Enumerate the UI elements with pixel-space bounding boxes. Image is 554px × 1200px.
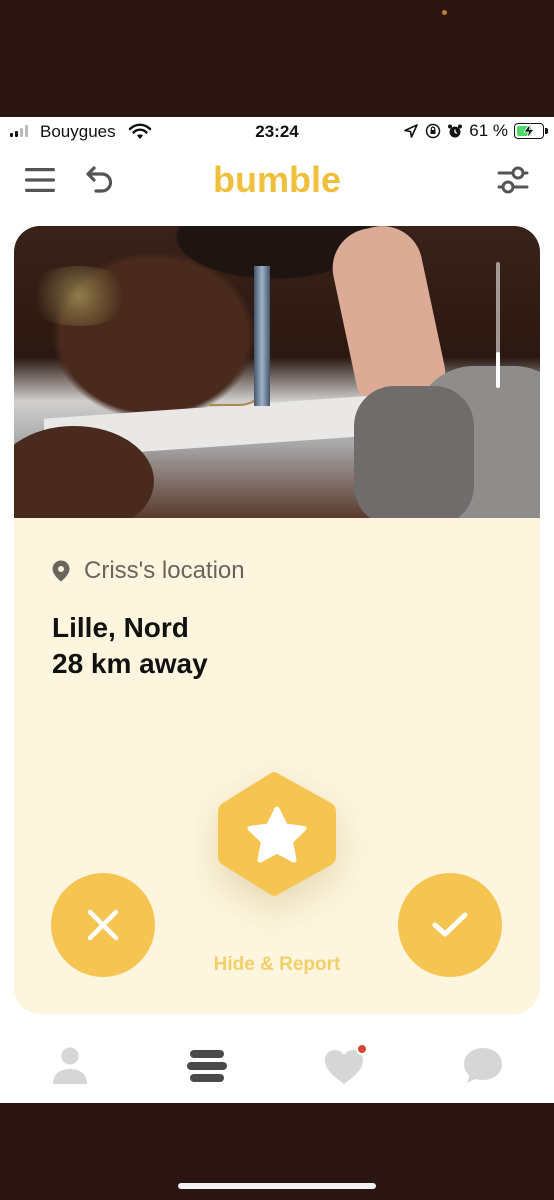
like-check-icon [432, 912, 468, 937]
battery-charging-icon [514, 123, 548, 139]
location-city: Lille, Nord [52, 612, 189, 643]
hide-report-link[interactable]: Hide & Report [14, 954, 540, 976]
location-header: Criss's location [50, 557, 245, 585]
top-letterbox [0, 0, 554, 117]
profile-card[interactable]: Criss's location Lille, Nord 28 km away … [14, 226, 540, 1014]
photo-shape [354, 386, 474, 518]
chat-icon[interactable] [461, 1044, 505, 1088]
location-arrow-icon [404, 124, 419, 138]
card-scrollbar-thumb[interactable] [496, 352, 500, 388]
bottom-nav [0, 1032, 554, 1103]
filter-icon[interactable] [496, 163, 530, 197]
card-scrollbar[interactable] [496, 262, 500, 388]
photo-shape [24, 266, 134, 326]
home-indicator[interactable] [178, 1183, 376, 1189]
status-bar: Bouygues 23:24 61 % [0, 117, 554, 147]
status-right-cluster: 61 % [403, 121, 548, 141]
location-label: Criss's location [84, 557, 245, 584]
bolt-icon [523, 123, 535, 139]
orientation-lock-icon [426, 123, 441, 139]
phone-screen: Bouygues 23:24 61 % bumble Criss's locat… [0, 117, 554, 1103]
location-distance: 28 km away [52, 648, 208, 679]
photo-shape [254, 266, 270, 406]
notification-badge [356, 1043, 368, 1055]
people-icon[interactable] [185, 1044, 229, 1088]
profile-icon[interactable] [48, 1044, 92, 1088]
bumble-logo: bumble [212, 159, 341, 200]
profile-photo[interactable] [14, 226, 540, 518]
superswipe-button[interactable] [214, 769, 340, 899]
letterbox-dot [442, 10, 447, 15]
location-pin-icon [52, 560, 70, 582]
battery-percent: 61 % [469, 121, 508, 140]
app-header: bumble [0, 147, 554, 217]
pass-x-icon [87, 909, 119, 941]
alarm-icon [448, 124, 463, 138]
